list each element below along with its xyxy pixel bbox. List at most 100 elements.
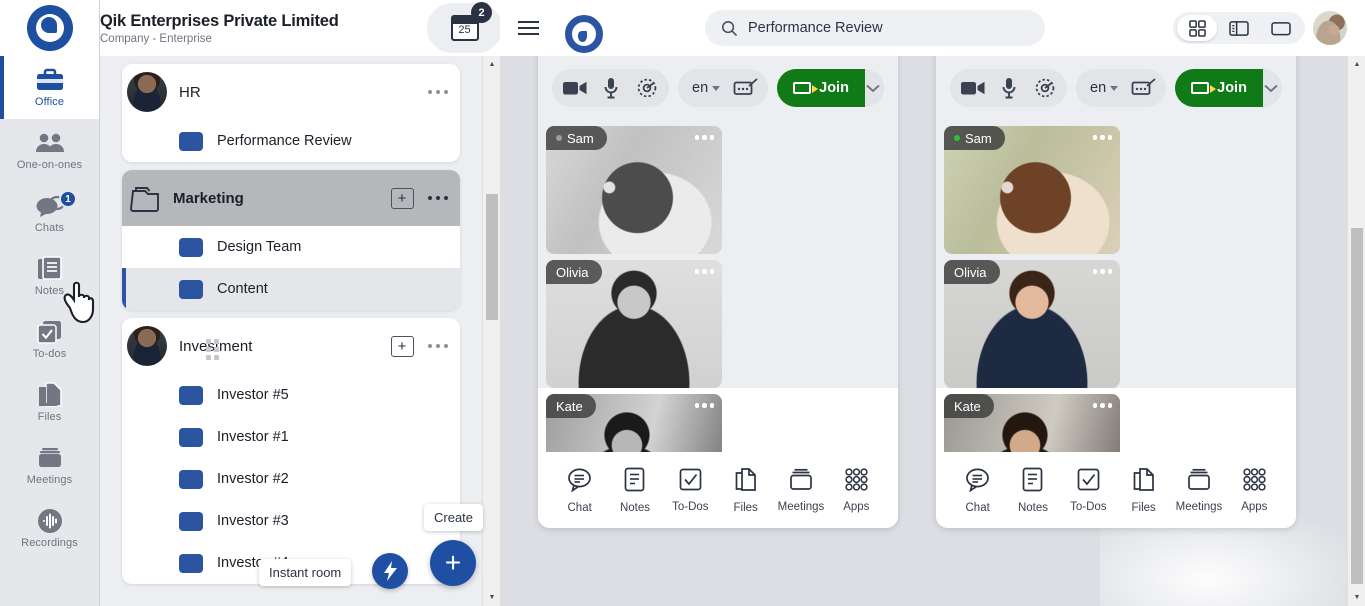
footer-button-apps[interactable]: Apps [829,467,883,513]
meeting-footer-toolbar: Chat Notes To-Dos Files Meetings Apps [936,452,1296,528]
group-header[interactable]: Investment + [122,318,460,374]
participant-more-options[interactable] [1092,135,1112,140]
join-options-button[interactable] [1263,69,1279,107]
participant-tile[interactable]: Olivia [546,260,722,388]
whiteboard-icon[interactable] [729,72,762,104]
grid-view-icon[interactable] [1177,15,1217,41]
footer-button-label: Files [1131,501,1156,514]
room-label: Investor #1 [217,429,289,445]
meetings-board: en Join Sam Olivia Kate Chat Notes To-Do… [500,56,1365,606]
participant-more-options[interactable] [1092,269,1112,274]
instant-room-button[interactable] [372,553,408,589]
participant-more-options[interactable] [694,135,714,140]
scroll-down-arrow[interactable]: ▼ [483,589,500,606]
rail-item-one-on-ones[interactable]: One-on-ones [0,119,99,182]
scroll-down-arrow[interactable]: ▼ [1348,589,1365,606]
participant-tile[interactable]: Sam [944,126,1120,254]
footer-button-to-dos[interactable]: To-Dos [663,468,717,513]
language-and-whiteboard: en [678,69,769,107]
group-header[interactable]: Marketing + [122,170,460,226]
scrollbar-thumb[interactable] [1351,228,1363,584]
checkbox-stack-icon [36,319,63,345]
video-camera-icon[interactable] [558,72,591,104]
footer-button-meetings[interactable]: Meetings [1172,468,1226,513]
group-more-options[interactable] [426,338,451,355]
footer-button-apps[interactable]: Apps [1227,467,1281,513]
room-item[interactable]: Investor #5 [122,374,460,416]
footer-button-meetings[interactable]: Meetings [774,468,828,513]
microphone-icon[interactable] [992,72,1025,104]
gear-icon[interactable] [1028,72,1061,104]
board-scrollbar[interactable]: ▲ ▼ [1347,56,1365,606]
join-button-label: Join [819,80,849,96]
footer-button-files[interactable]: Files [719,467,773,514]
meetings-icon [788,468,814,496]
gear-icon[interactable] [630,72,663,104]
participant-tile[interactable]: Olivia [944,260,1120,388]
participant-more-options[interactable] [694,269,714,274]
qik-logo-icon[interactable] [562,13,603,53]
footer-button-label: To-Dos [1070,500,1107,513]
create-button[interactable]: + [430,540,476,586]
recordings-icon [37,508,63,534]
whiteboard-icon[interactable] [1127,72,1160,104]
rail-item-recordings[interactable]: Recordings [0,497,99,560]
rail-item-notes[interactable]: Notes [0,245,99,308]
room-item[interactable]: Investor #2 [122,458,460,500]
single-view-icon[interactable] [1261,15,1301,41]
join-button[interactable]: Join [777,69,865,107]
participant-more-options[interactable] [694,403,714,408]
media-controls [552,69,669,107]
scroll-up-arrow[interactable]: ▲ [483,56,500,73]
group-more-options[interactable] [426,190,451,207]
footer-button-chat[interactable]: Chat [553,467,607,514]
room-color-chip [179,279,203,299]
scroll-up-arrow[interactable]: ▲ [1348,56,1365,73]
room-item[interactable]: Content [122,268,460,310]
instant-room-tooltip: Instant room [259,559,352,586]
language-selector[interactable]: en [684,80,726,96]
footer-button-notes[interactable]: Notes [608,467,662,514]
microphone-icon[interactable] [594,72,627,104]
brand-logo[interactable] [0,0,99,56]
footer-button-chat[interactable]: Chat [951,467,1005,514]
group-more-options[interactable] [426,84,451,101]
footer-button-notes[interactable]: Notes [1006,467,1060,514]
language-and-whiteboard: en [1076,69,1167,107]
search-bar[interactable] [705,10,1045,46]
rail-item-office[interactable]: Office [0,56,99,119]
language-selector[interactable]: en [1082,80,1124,96]
search-input[interactable] [748,20,1029,36]
participant-more-options[interactable] [1092,403,1112,408]
group-header[interactable]: HR [122,64,460,120]
room-item[interactable]: Performance Review [122,120,460,162]
user-avatar[interactable] [1313,11,1347,45]
room-item[interactable]: Design Team [122,226,460,268]
drag-handle[interactable] [206,339,219,360]
rail-item-chats[interactable]: 1 Chats [0,182,99,245]
main-header [500,0,1365,56]
room-item[interactable]: Investor #1 [122,416,460,458]
rail-item-meetings[interactable]: Meetings [0,434,99,497]
groups-scrollbar[interactable]: ▲ ▼ [482,56,500,606]
room-item[interactable]: Investor #3 [122,500,460,542]
todos-icon [1077,468,1100,496]
footer-button-label: Apps [843,500,870,513]
participant-tile[interactable]: Sam [546,126,722,254]
join-options-button[interactable] [865,69,881,107]
add-room-button[interactable]: + [390,335,414,357]
footer-button-to-dos[interactable]: To-Dos [1061,468,1115,513]
split-view-icon[interactable] [1219,15,1259,41]
view-switcher [1173,12,1305,44]
footer-button-label: Notes [619,501,650,514]
hamburger-icon[interactable] [518,20,539,36]
video-camera-icon[interactable] [956,72,989,104]
room-color-chip [179,427,203,447]
add-room-button[interactable]: + [390,187,414,209]
footer-button-files[interactable]: Files [1117,467,1171,514]
footer-button-label: Apps [1241,500,1268,513]
scrollbar-thumb[interactable] [486,194,498,320]
rail-item-files[interactable]: Files [0,371,99,434]
rail-item-to-dos[interactable]: To-dos [0,308,99,371]
join-button[interactable]: Join [1175,69,1263,107]
